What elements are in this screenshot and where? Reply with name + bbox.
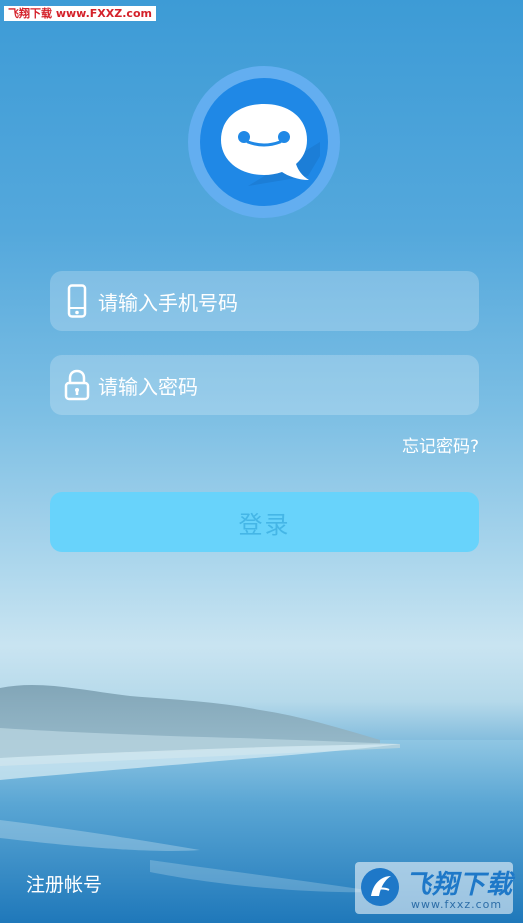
password-input[interactable]: 请输入密码	[50, 355, 479, 415]
login-screen: 飞翔下载 www.FXXZ.com 请输入手机号码 请输入密码 忘记密码? 登录…	[0, 0, 523, 923]
forgot-password-link[interactable]: 忘记密码?	[402, 432, 479, 457]
chat-bubble-face-icon	[188, 66, 340, 218]
watermark-top: 飞翔下载 www.FXXZ.com	[4, 6, 156, 21]
app-logo	[188, 66, 340, 218]
watermark-bottom: 飞翔下载 www.fxxz.com	[355, 862, 513, 914]
phone-placeholder: 请输入手机号码	[98, 290, 238, 315]
watermark-url: www.fxxz.com	[411, 898, 503, 911]
login-button[interactable]: 登录	[50, 492, 479, 552]
phone-icon	[62, 283, 92, 319]
phone-input[interactable]: 请输入手机号码	[50, 271, 479, 331]
lock-icon	[62, 367, 92, 403]
register-link[interactable]: 注册帐号	[26, 870, 102, 897]
watermark-title: 飞翔下载	[405, 870, 514, 900]
watermark-logo-icon	[361, 868, 399, 906]
password-placeholder: 请输入密码	[98, 374, 198, 399]
